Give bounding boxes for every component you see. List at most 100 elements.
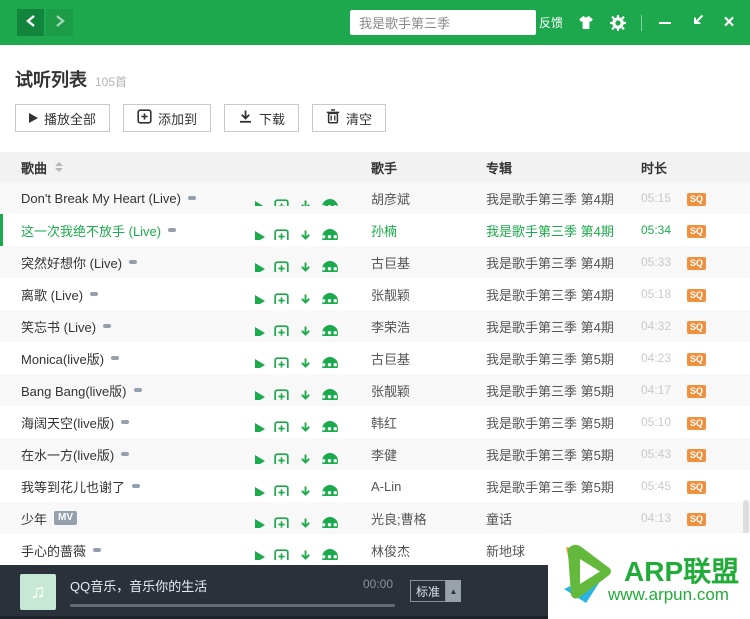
row-play-icon[interactable] [255, 262, 265, 272]
table-row[interactable]: 离歌 (Live) ●●● 张靓颖 我是歌手第三季 第4期 05:18 SQ [0, 278, 750, 310]
row-more-icon[interactable]: ●●● [321, 420, 338, 432]
row-play-icon[interactable] [255, 230, 265, 240]
mv-badge[interactable] [129, 260, 138, 264]
album-name[interactable]: 我是歌手第三季 第5期 [486, 349, 641, 368]
row-download-icon[interactable] [298, 229, 313, 240]
row-download-icon[interactable] [298, 199, 313, 206]
row-download-icon[interactable] [298, 421, 313, 432]
row-download-icon[interactable] [298, 453, 313, 464]
row-download-icon[interactable] [298, 389, 313, 400]
header-song[interactable]: 歌曲 [21, 158, 47, 177]
artist-name[interactable]: 光良;曹格 [371, 509, 486, 528]
row-add-icon[interactable] [274, 549, 289, 560]
album-name[interactable]: 童话 [486, 509, 641, 528]
row-add-icon[interactable] [274, 485, 289, 496]
mv-badge[interactable] [121, 452, 130, 456]
row-more-icon[interactable]: ●●● [321, 260, 338, 272]
row-more-icon[interactable]: ●●● [321, 484, 338, 496]
row-add-icon[interactable] [274, 229, 289, 240]
settings-gear-icon[interactable] [609, 14, 627, 32]
row-download-icon[interactable] [298, 357, 313, 368]
mv-badge[interactable]: MV [54, 511, 78, 525]
row-add-icon[interactable] [274, 261, 289, 272]
album-name[interactable]: 我是歌手第三季 第4期 [486, 253, 641, 272]
quality-selector[interactable]: 标准 ▲ [410, 580, 462, 602]
table-row[interactable]: Monica(live版) ●●● 古巨基 我是歌手第三季 第5期 04:23 … [0, 342, 750, 374]
row-download-icon[interactable] [298, 261, 313, 272]
table-row[interactable]: 突然好想你 (Live) ●●● 古巨基 我是歌手第三季 第4期 05:33 S… [0, 246, 750, 278]
table-row[interactable]: Bang Bang(live版) ●●● 张靓颖 我是歌手第三季 第5期 04:… [0, 374, 750, 406]
album-art-placeholder[interactable]: ♫ [20, 574, 56, 610]
header-artist[interactable]: 歌手 [371, 158, 486, 177]
clear-button[interactable]: 清空 [312, 104, 387, 132]
row-add-icon[interactable] [274, 517, 289, 528]
row-play-icon[interactable] [255, 200, 265, 206]
row-play-icon[interactable] [255, 390, 265, 400]
album-name[interactable]: 我是歌手第三季 第4期 [486, 285, 641, 304]
row-play-icon[interactable] [255, 518, 265, 528]
mini-mode-button[interactable] [688, 14, 706, 32]
artist-name[interactable]: 韩红 [371, 413, 486, 432]
table-row[interactable]: 我等到花儿也谢了 ●●● A-Lin 我是歌手第三季 第5期 05:45 SQ [0, 470, 750, 502]
header-duration[interactable]: 时长 [641, 158, 687, 177]
mv-badge[interactable] [187, 196, 196, 200]
header-album[interactable]: 专辑 [486, 158, 641, 177]
row-download-icon[interactable] [298, 293, 313, 304]
row-download-icon[interactable] [298, 549, 313, 560]
album-name[interactable]: 我是歌手第三季 第4期 [486, 189, 641, 208]
mv-badge[interactable] [168, 228, 177, 232]
artist-name[interactable]: 李荣浩 [371, 317, 486, 336]
row-play-icon[interactable] [255, 326, 265, 336]
artist-name[interactable]: 古巨基 [371, 253, 486, 272]
forward-button[interactable] [46, 9, 73, 36]
row-add-icon[interactable] [274, 389, 289, 400]
artist-name[interactable]: 胡彦斌 [371, 189, 486, 208]
search-box[interactable] [350, 10, 555, 35]
artist-name[interactable]: 张靓颖 [371, 381, 486, 400]
row-more-icon[interactable]: ●●● [321, 452, 338, 464]
row-play-icon[interactable] [255, 294, 265, 304]
mv-badge[interactable] [90, 292, 99, 296]
row-download-icon[interactable] [298, 325, 313, 336]
artist-name[interactable]: A-Lin [371, 479, 486, 494]
skin-icon[interactable] [577, 14, 595, 32]
row-more-icon[interactable]: ●●● [321, 388, 338, 400]
row-download-icon[interactable] [298, 485, 313, 496]
row-more-icon[interactable]: ●●● [321, 516, 338, 528]
table-row[interactable]: 海阔天空(live版) ●●● 韩红 我是歌手第三季 第5期 05:10 SQ [0, 406, 750, 438]
row-more-icon[interactable]: ●●● [321, 292, 338, 304]
progress-bar[interactable] [70, 604, 395, 607]
table-row[interactable]: Don't Break My Heart (Live) ●●● 胡彦斌 我是歌手… [0, 182, 750, 214]
row-play-icon[interactable] [255, 422, 265, 432]
add-to-button[interactable]: 添加到 [123, 104, 212, 132]
close-button[interactable]: × [720, 13, 738, 32]
mv-badge[interactable] [121, 420, 130, 424]
play-all-button[interactable]: 播放全部 [15, 104, 111, 132]
artist-name[interactable]: 张靓颖 [371, 285, 486, 304]
album-name[interactable]: 我是歌手第三季 第5期 [486, 477, 641, 496]
download-button[interactable]: 下载 [224, 104, 300, 132]
album-name[interactable]: 我是歌手第三季 第4期 [486, 221, 641, 240]
row-add-icon[interactable] [274, 453, 289, 464]
feedback-link[interactable]: 反馈 [539, 14, 563, 31]
row-add-icon[interactable] [274, 357, 289, 368]
row-add-icon[interactable] [274, 293, 289, 304]
album-name[interactable]: 我是歌手第三季 第4期 [486, 317, 641, 336]
row-more-icon[interactable]: ●●● [321, 356, 338, 368]
row-more-icon[interactable]: ●●● [321, 548, 338, 560]
table-row[interactable]: 笑忘书 (Live) ●●● 李荣浩 我是歌手第三季 第4期 04:32 SQ [0, 310, 750, 342]
search-input[interactable] [350, 15, 541, 30]
artist-name[interactable]: 林俊杰 [371, 541, 486, 560]
mv-badge[interactable] [133, 388, 142, 392]
artist-name[interactable]: 孙楠 [371, 221, 486, 240]
mv-badge[interactable] [132, 484, 141, 488]
artist-name[interactable]: 古巨基 [371, 349, 486, 368]
row-play-icon[interactable] [255, 486, 265, 496]
sort-icon[interactable] [55, 162, 64, 172]
mv-badge[interactable] [103, 324, 112, 328]
table-row[interactable]: 在水一方(live版) ●●● 李健 我是歌手第三季 第5期 05:43 SQ [0, 438, 750, 470]
row-add-icon[interactable] [274, 421, 289, 432]
row-play-icon[interactable] [255, 454, 265, 464]
artist-name[interactable]: 李健 [371, 445, 486, 464]
row-play-icon[interactable] [255, 550, 265, 560]
